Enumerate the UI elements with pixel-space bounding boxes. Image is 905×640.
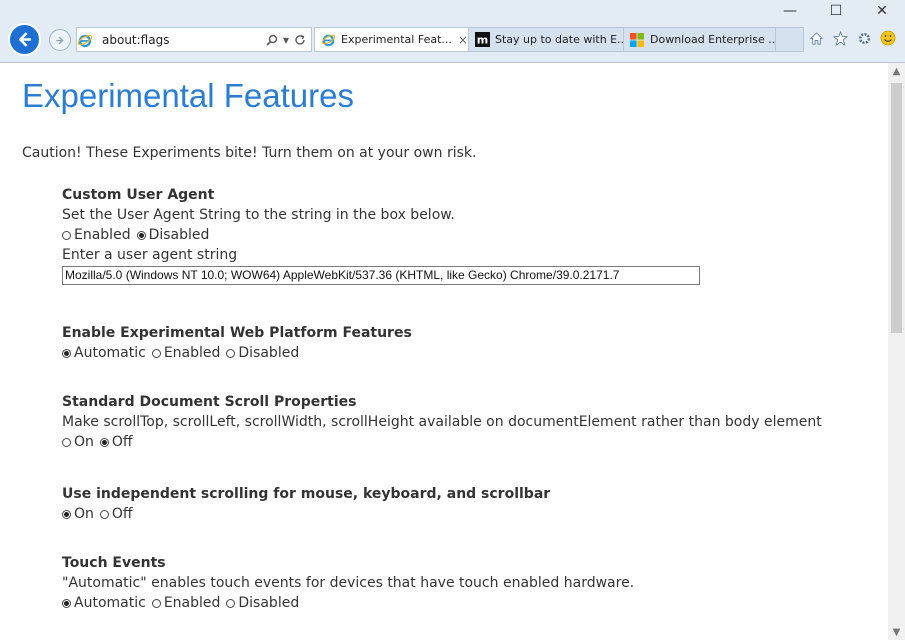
radio-disabled[interactable]: Disabled (136, 225, 210, 245)
radio-label: Off (111, 506, 133, 522)
section-description: Set the User Agent String to the string … (62, 207, 455, 223)
radio-disabled[interactable]: Disabled (226, 343, 299, 363)
favorites-star-icon[interactable] (831, 29, 849, 47)
radio-circle[interactable] (226, 348, 236, 358)
radio-label: On (74, 506, 94, 522)
radio-off[interactable]: Off (99, 504, 133, 524)
radio-circle[interactable] (62, 437, 71, 447)
section-description: Make scrollTop, scrollLeft, scrollWidth,… (62, 414, 822, 430)
address-url: about:flags (102, 32, 170, 47)
page-title: Experimental Features (22, 77, 354, 114)
radio-on[interactable]: On (62, 504, 94, 524)
address-bar[interactable]: about:flags ▾ (76, 27, 312, 52)
maximize-button[interactable]: ☐ (813, 0, 859, 22)
section-web-platform-features: Enable Experimental Web Platform Feature… (62, 323, 412, 363)
radio-circle[interactable] (99, 509, 109, 519)
medium-m-icon: m (474, 32, 490, 48)
section-title: Custom User Agent (62, 187, 215, 203)
scroll-up-arrow-icon[interactable]: ▲ (888, 63, 905, 79)
radio-label: Off (111, 434, 133, 450)
settings-gear-icon[interactable] (855, 29, 873, 47)
radio-label: Disabled (148, 227, 210, 243)
close-window-button[interactable]: ✕ (859, 0, 905, 22)
radio-enabled[interactable]: Enabled (151, 593, 221, 613)
tab-label: Download Enterprise ... (650, 33, 776, 46)
home-icon[interactable] (807, 29, 825, 47)
scroll-down-arrow-icon[interactable]: ▼ (888, 624, 905, 640)
tab-download-enterprise[interactable]: Download Enterprise ... (624, 27, 776, 52)
radio-label: Automatic (74, 345, 146, 361)
section-custom-user-agent: Custom User Agent Set the User Agent Str… (62, 185, 700, 285)
forward-button[interactable] (49, 29, 71, 51)
tab-stay-up-to-date[interactable]: m Stay up to date with E... (469, 27, 624, 52)
ie-logo-icon (320, 32, 336, 48)
page-content: Experimental Features Caution! These Exp… (0, 63, 905, 640)
radio-label: On (74, 434, 94, 450)
radio-label: Disabled (238, 345, 300, 361)
search-icon[interactable] (266, 34, 278, 46)
vertical-scrollbar[interactable]: ▲ ▼ (888, 63, 905, 640)
radio-label: Enabled (163, 595, 221, 611)
new-tab-button[interactable] (776, 27, 804, 52)
radio-circle[interactable] (62, 348, 71, 358)
browser-chrome: — ☐ ✕ about:flags ▾ Experimental Feat...… (0, 0, 905, 63)
radio-circle[interactable] (62, 509, 71, 519)
radio-automatic[interactable]: Automatic (62, 343, 146, 363)
dropdown-icon[interactable]: ▾ (283, 33, 289, 47)
radio-circle[interactable] (151, 348, 161, 358)
section-title: Standard Document Scroll Properties (62, 394, 357, 410)
radio-circle[interactable] (151, 598, 161, 608)
radio-circle[interactable] (136, 230, 146, 240)
radio-automatic[interactable]: Automatic (62, 593, 146, 613)
input-label: Enter a user agent string (62, 247, 238, 263)
tab-label: Experimental Feat... (341, 33, 452, 46)
minimize-button[interactable]: — (767, 0, 813, 22)
radio-group: Automatic Enabled Disabled (62, 593, 634, 613)
scrollbar-thumb[interactable] (891, 83, 902, 333)
section-title: Touch Events (62, 555, 166, 571)
radio-label: Enabled (163, 345, 221, 361)
radio-label: Disabled (238, 595, 300, 611)
radio-group: On Off (62, 432, 822, 452)
radio-group: Enabled Disabled (62, 225, 700, 245)
tab-close-button[interactable]: × (452, 33, 468, 47)
toolbar-icons (807, 29, 897, 47)
section-touch-events: Touch Events "Automatic" enables touch e… (62, 553, 634, 613)
section-title: Enable Experimental Web Platform Feature… (62, 325, 412, 341)
refresh-icon[interactable] (294, 34, 306, 46)
radio-circle[interactable] (99, 437, 109, 447)
radio-group: Automatic Enabled Disabled (62, 343, 412, 363)
tab-experimental-features[interactable]: Experimental Feat... × (314, 27, 469, 52)
forward-arrow-icon (55, 36, 64, 44)
ie-logo-icon (77, 32, 93, 48)
radio-on[interactable]: On (62, 432, 94, 452)
radio-circle[interactable] (62, 230, 71, 240)
tab-strip: Experimental Feat... × m Stay up to date… (314, 27, 804, 52)
window-controls: — ☐ ✕ (767, 0, 905, 22)
section-independent-scrolling: Use independent scrolling for mouse, key… (62, 484, 550, 524)
back-button[interactable] (8, 23, 41, 56)
tab-label: Stay up to date with E... (495, 33, 624, 46)
radio-group: On Off (62, 504, 550, 524)
radio-enabled[interactable]: Enabled (62, 225, 131, 245)
windows-logo-icon (629, 32, 645, 48)
back-arrow-icon (18, 32, 31, 47)
radio-enabled[interactable]: Enabled (151, 343, 221, 363)
radio-disabled[interactable]: Disabled (226, 593, 299, 613)
user-agent-input[interactable]: Mozilla/5.0 (Windows NT 10.0; WOW64) App… (62, 266, 700, 285)
caution-text: Caution! These Experiments bite! Turn th… (22, 145, 477, 161)
smiley-icon[interactable] (879, 29, 897, 47)
address-controls: ▾ (266, 33, 306, 47)
section-scroll-properties: Standard Document Scroll Properties Make… (62, 392, 822, 452)
radio-label: Enabled (74, 227, 131, 243)
radio-off[interactable]: Off (99, 432, 133, 452)
section-description: "Automatic" enables touch events for dev… (62, 575, 635, 591)
radio-circle[interactable] (226, 598, 236, 608)
radio-label: Automatic (74, 595, 146, 611)
radio-circle[interactable] (62, 598, 71, 608)
section-title: Use independent scrolling for mouse, key… (62, 486, 551, 502)
svg-text:m: m (476, 34, 487, 47)
